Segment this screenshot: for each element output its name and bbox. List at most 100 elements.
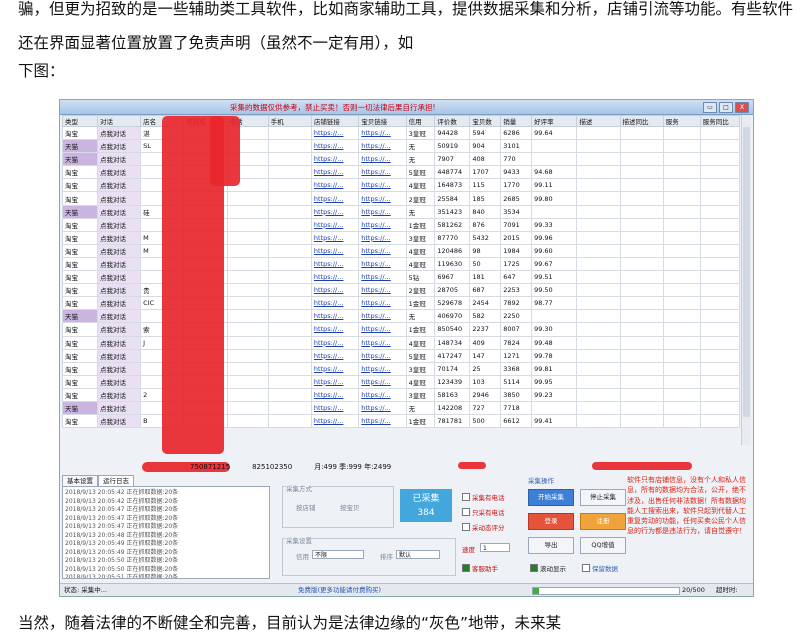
table-cell[interactable]: https://... xyxy=(310,387,360,402)
qq-addon-button[interactable]: QQ增值 xyxy=(580,537,626,554)
table-cell[interactable]: https://... xyxy=(310,414,360,429)
table-cell[interactable]: https://... xyxy=(310,230,360,245)
table-cell[interactable]: 点我对话 xyxy=(96,152,142,167)
table-cell[interactable]: 点我对话 xyxy=(96,165,142,180)
table-cell[interactable]: 点我对话 xyxy=(96,348,142,363)
maximize-button[interactable]: □ xyxy=(719,102,733,113)
table-cell[interactable]: https://... xyxy=(310,125,360,141)
close-button[interactable]: X xyxy=(735,102,749,113)
table-cell[interactable]: https://... xyxy=(358,374,407,389)
sort-select[interactable]: 默认 xyxy=(396,550,440,559)
vertical-scrollbar[interactable] xyxy=(741,115,751,445)
table-cell[interactable]: https://... xyxy=(310,191,360,206)
table-cell[interactable]: https://... xyxy=(358,139,407,154)
table-cell[interactable]: 点我对话 xyxy=(96,414,142,429)
table-cell[interactable]: https://... xyxy=(358,322,407,337)
table-cell[interactable]: 点我对话 xyxy=(96,296,142,311)
table-cell[interactable]: https://... xyxy=(358,400,407,416)
table-cell[interactable]: https://... xyxy=(310,361,360,376)
table-cell[interactable]: https://... xyxy=(310,374,360,389)
table-cell[interactable]: 点我对话 xyxy=(96,283,142,298)
table-cell[interactable]: 点我对话 xyxy=(96,125,142,141)
column-header[interactable]: 信用 xyxy=(405,115,436,127)
table-cell[interactable]: https://... xyxy=(310,165,360,180)
table-cell[interactable]: https://... xyxy=(310,283,360,298)
table-cell[interactable]: https://... xyxy=(310,243,360,258)
chk-only-phone[interactable]: 只采有电话 xyxy=(462,507,505,517)
column-header[interactable]: 宝贝链接 xyxy=(358,115,407,127)
table-cell[interactable]: https://... xyxy=(310,400,360,416)
chk-collect-phone[interactable]: 采集有电话 xyxy=(462,492,505,502)
column-header[interactable]: 类型 xyxy=(62,115,98,127)
table-cell[interactable]: https://... xyxy=(358,125,407,141)
table-cell[interactable]: https://... xyxy=(358,283,407,298)
table-cell[interactable]: https://... xyxy=(358,348,407,363)
table-cell[interactable]: https://... xyxy=(310,256,360,272)
table-cell[interactable]: https://... xyxy=(358,178,407,193)
radio-by-shop[interactable]: 按店铺 xyxy=(296,502,316,512)
table-cell[interactable]: https://... xyxy=(310,322,360,337)
column-header[interactable]: 手机 xyxy=(267,115,312,127)
table-cell[interactable]: https://... xyxy=(358,165,407,180)
table-cell[interactable]: https://... xyxy=(310,335,360,350)
login-button[interactable]: 登录 xyxy=(528,513,574,530)
table-cell[interactable]: 点我对话 xyxy=(96,178,142,193)
column-header[interactable]: 描述 xyxy=(576,115,621,127)
table-cell[interactable]: https://... xyxy=(310,309,360,324)
table-cell[interactable]: 点我对话 xyxy=(96,230,142,245)
table-cell[interactable]: https://... xyxy=(358,191,407,206)
table-cell[interactable]: https://... xyxy=(358,414,407,429)
table-cell[interactable]: https://... xyxy=(310,139,360,154)
table-cell[interactable]: 点我对话 xyxy=(96,335,142,350)
column-header[interactable]: 服务同比 xyxy=(699,115,741,127)
table-cell[interactable]: https://... xyxy=(358,217,407,232)
column-header[interactable]: 好评率 xyxy=(531,115,578,127)
table-cell[interactable]: https://... xyxy=(358,243,407,258)
column-header[interactable]: 对话 xyxy=(96,115,142,127)
column-header[interactable]: 服务 xyxy=(662,115,701,127)
table-cell[interactable]: https://... xyxy=(358,270,407,285)
table-cell[interactable]: 点我对话 xyxy=(96,361,142,376)
table-cell[interactable]: https://... xyxy=(358,335,407,350)
table-cell[interactable]: https://... xyxy=(358,361,407,376)
column-header[interactable]: 描述同比 xyxy=(619,115,664,127)
table-cell[interactable]: 点我对话 xyxy=(96,139,142,154)
table-cell[interactable]: 点我对话 xyxy=(96,322,142,337)
table-cell[interactable]: 点我对话 xyxy=(96,400,142,416)
table-cell[interactable]: 点我对话 xyxy=(96,204,142,219)
table-cell[interactable]: https://... xyxy=(310,204,360,219)
column-header[interactable]: 宝贝数 xyxy=(469,115,502,127)
column-header[interactable]: 店铺链接 xyxy=(310,115,360,127)
chk-dynamic-rating[interactable]: 采动态评分 xyxy=(462,522,505,532)
table-cell[interactable]: 点我对话 xyxy=(96,270,142,285)
start-collect-button[interactable]: 开始采集 xyxy=(528,489,574,506)
table-cell[interactable]: https://... xyxy=(358,152,407,167)
table-cell[interactable]: https://... xyxy=(310,217,360,232)
speed-input[interactable]: 1 xyxy=(480,543,510,552)
table-cell[interactable]: 点我对话 xyxy=(96,256,142,272)
column-header[interactable]: 评价数 xyxy=(434,115,471,127)
table-cell[interactable]: https://... xyxy=(358,309,407,324)
table-cell[interactable]: https://... xyxy=(358,387,407,402)
table-cell[interactable]: 点我对话 xyxy=(96,374,142,389)
table-cell[interactable]: 点我对话 xyxy=(96,387,142,402)
chk-scroll-display[interactable]: 滚动显示 xyxy=(530,563,566,573)
table-cell[interactable]: https://... xyxy=(358,204,407,219)
table-cell[interactable]: https://... xyxy=(310,270,360,285)
chk-keep-data[interactable]: 保留数据 xyxy=(582,563,618,573)
table-cell[interactable]: 点我对话 xyxy=(96,243,142,258)
export-button[interactable]: 导出 xyxy=(528,537,574,554)
stop-collect-button[interactable]: 停止采集 xyxy=(580,489,626,506)
table-cell[interactable]: https://... xyxy=(310,348,360,363)
table-cell[interactable]: https://... xyxy=(358,256,407,272)
table-cell[interactable]: https://... xyxy=(358,296,407,311)
table-cell[interactable]: https://... xyxy=(310,296,360,311)
register-button[interactable]: 注册 xyxy=(580,513,626,530)
table-cell[interactable]: 点我对话 xyxy=(96,217,142,232)
table-cell[interactable]: 点我对话 xyxy=(96,191,142,206)
column-header[interactable]: 销量 xyxy=(500,115,533,127)
minimize-button[interactable]: ▭ xyxy=(703,102,717,113)
table-cell[interactable]: https://... xyxy=(310,152,360,167)
chk-service-assistant[interactable]: 客服助手 xyxy=(462,563,498,573)
table-cell[interactable]: 点我对话 xyxy=(96,309,142,324)
